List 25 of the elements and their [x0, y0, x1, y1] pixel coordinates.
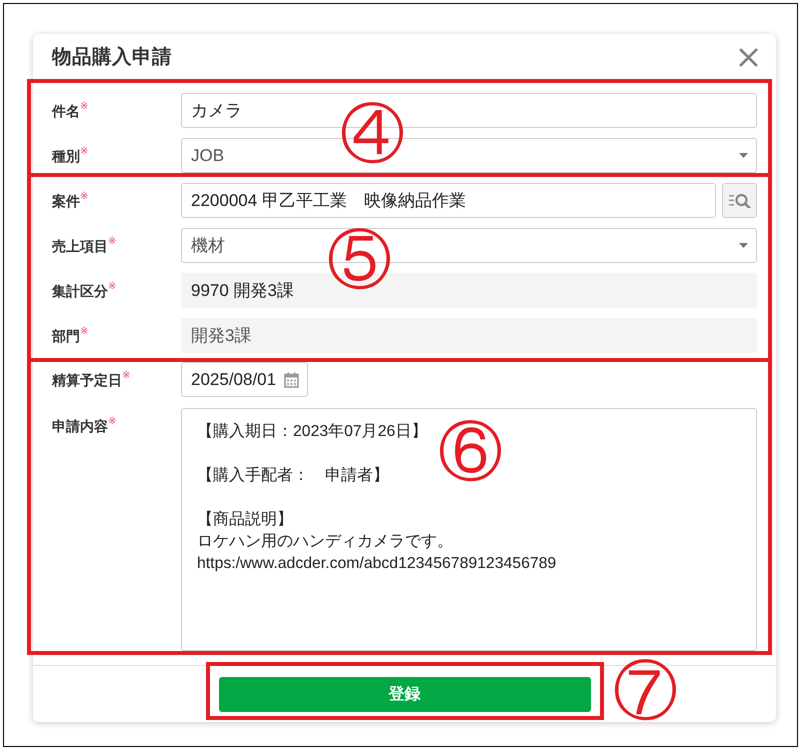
dialog-title: 物品購入申請: [52, 44, 172, 70]
field-label: 売上項目$^{※}$: [52, 234, 118, 256]
field-label: 件名$^{※}$: [52, 100, 90, 121]
field-label: 案件$^{※}$: [52, 190, 90, 211]
text-line: ロケハン用のハンディカメラです。: [197, 532, 453, 552]
field-label: 種別$^{※}$: [52, 144, 90, 166]
calendar-icon: [284, 372, 299, 388]
annotation-number: ⑦: [613, 659, 678, 724]
disabled-field: 開発3課: [181, 318, 757, 353]
list-search-icon: [728, 193, 750, 208]
text-line: 【購入手配者： 申請者】: [197, 466, 389, 486]
field-label: 精算予定日$^{※}$: [52, 368, 132, 390]
text-line: 【購入期日：2023年07月26日】: [197, 422, 428, 442]
caret-icon: [739, 153, 748, 158]
field-label: 集計区分$^{※}$: [52, 280, 118, 301]
caret-icon: [739, 243, 748, 248]
annotation-number: ⑥: [438, 420, 503, 485]
close-icon[interactable]: [739, 48, 758, 67]
date-field[interactable]: 2025/08/01: [181, 362, 308, 397]
field-label: 部門$^{※}$: [52, 324, 90, 346]
text-field[interactable]: 2200004 甲乙平工業 映像納品作業: [181, 183, 716, 218]
text-line: https:/www.adcder.com/abcd123456789123456789: [197, 554, 556, 574]
search-button[interactable]: [722, 183, 757, 218]
field-label: 申請内容$^{※}$: [52, 414, 118, 436]
text-line: 【商品説明】: [197, 510, 293, 530]
